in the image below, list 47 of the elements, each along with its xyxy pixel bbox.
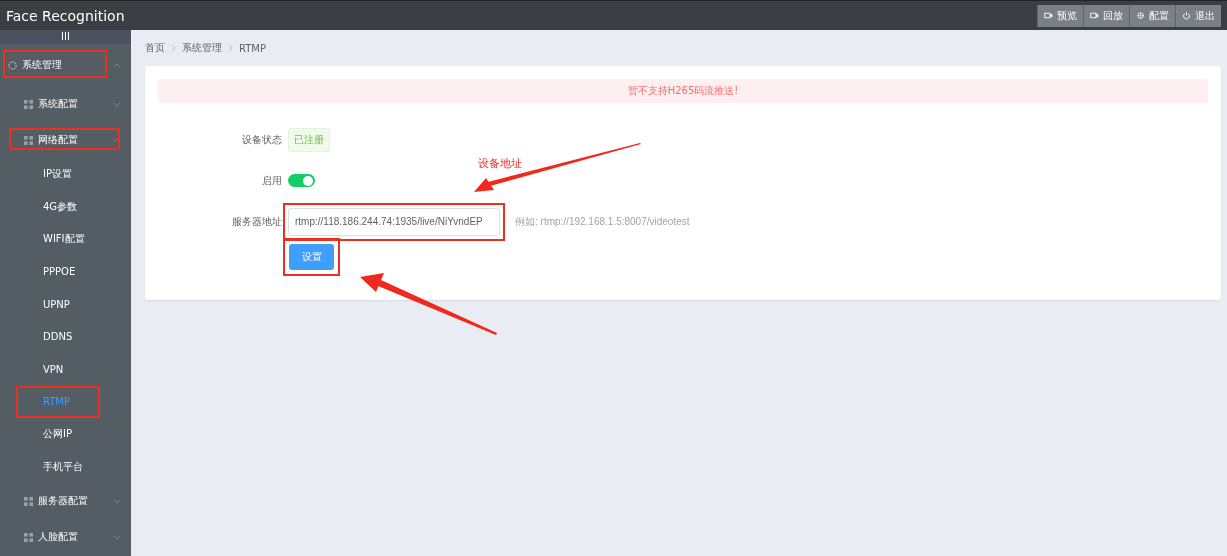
breadcrumb-link[interactable]: 系统管理 bbox=[182, 41, 222, 55]
status-tag: 已注册 bbox=[288, 127, 330, 152]
annotation-text: 设备地址 bbox=[478, 156, 522, 171]
warning-alert: 暂不支持H265码流推送! bbox=[158, 79, 1208, 103]
header-button[interactable]: 预览 bbox=[1037, 4, 1083, 27]
header-button[interactable]: 回放 bbox=[1083, 4, 1129, 27]
form-label: 设备状态 bbox=[241, 132, 283, 147]
power-icon bbox=[1182, 11, 1191, 20]
chevron-down-icon bbox=[113, 101, 121, 107]
breadcrumb-link[interactable]: 首页 bbox=[145, 41, 165, 55]
menu-item[interactable]: DDNS bbox=[18, 322, 98, 351]
menu-item[interactable]: 手机平台 bbox=[18, 452, 98, 481]
server-address-field[interactable]: rtmp://118.186.244.74:1935/live/NiYvndEP bbox=[288, 207, 500, 236]
menu-item[interactable]: VPN bbox=[18, 355, 98, 384]
menu-item[interactable]: 系统配置 bbox=[0, 86, 131, 122]
form-label: 服务器地址 bbox=[231, 214, 283, 229]
camera-icon bbox=[1090, 11, 1099, 20]
chevron-right-icon bbox=[171, 44, 176, 52]
app-title: Face Recognition bbox=[6, 7, 125, 24]
toggle-switch[interactable] bbox=[288, 174, 315, 187]
chevron-down-icon bbox=[113, 498, 121, 504]
menu-item[interactable]: 系统管理 bbox=[0, 44, 131, 86]
grid-icon bbox=[24, 135, 33, 145]
menu-item[interactable]: UPNP bbox=[18, 290, 98, 319]
camera-icon bbox=[1044, 11, 1053, 20]
grid-icon bbox=[24, 532, 33, 542]
menu-item[interactable]: PPPOE bbox=[18, 257, 98, 286]
form-label: 启用 bbox=[261, 173, 283, 188]
menu-item[interactable]: 网络配置 bbox=[0, 122, 131, 158]
chevron-right-icon bbox=[228, 44, 233, 52]
grid-icon bbox=[24, 99, 33, 109]
sidebar-toggle[interactable]: III bbox=[0, 30, 131, 44]
menu-item[interactable]: IP设置 bbox=[18, 160, 98, 189]
hint-text: 例如: rtmp://192.168.1.5:8007/videotest bbox=[515, 214, 690, 229]
menu-item[interactable]: 服务器配置 bbox=[0, 483, 131, 519]
chevron-up-icon bbox=[113, 62, 121, 68]
chevron-down-icon bbox=[113, 534, 121, 540]
gear-icon bbox=[1136, 11, 1145, 20]
grid-icon bbox=[24, 496, 33, 506]
header-button[interactable]: 退出 bbox=[1175, 4, 1221, 27]
chevron-up-icon bbox=[113, 137, 121, 143]
menu-item[interactable]: 人脸配置 bbox=[0, 519, 131, 555]
menu-item[interactable]: 公网IP bbox=[18, 420, 98, 449]
menu-item[interactable]: WIFI配置 bbox=[18, 225, 98, 254]
circle-icon bbox=[8, 60, 17, 70]
header-button[interactable]: 配置 bbox=[1129, 4, 1175, 27]
menu-item[interactable]: 4G参数 bbox=[18, 192, 98, 221]
